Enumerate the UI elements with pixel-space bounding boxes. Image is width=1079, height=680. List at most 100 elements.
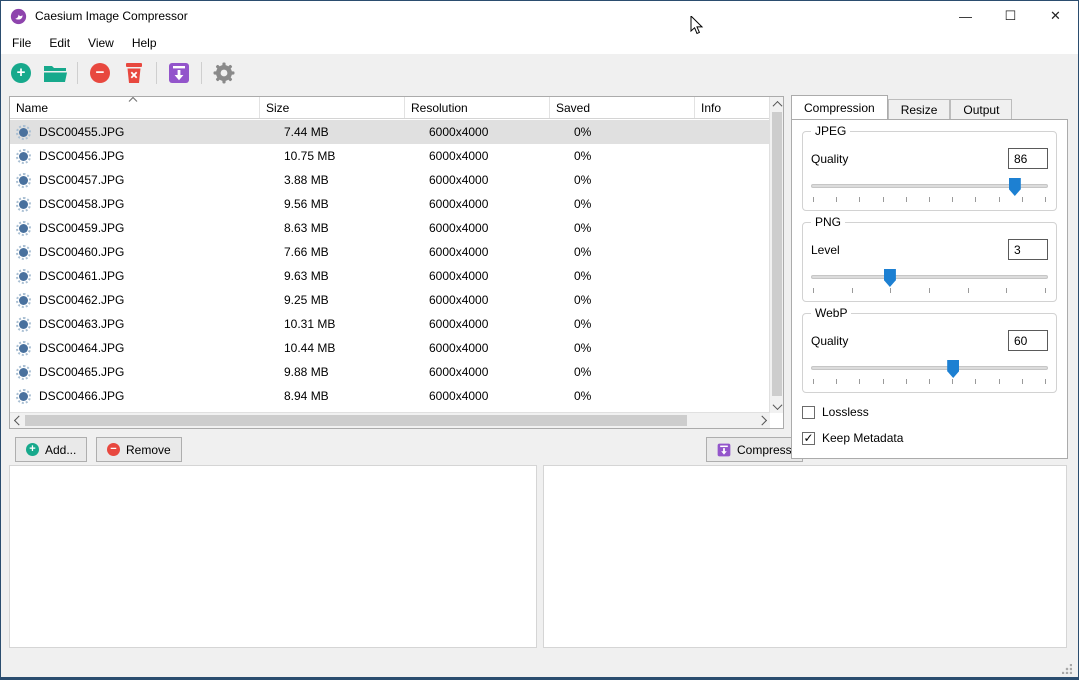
remove-button[interactable]: − Remove <box>96 437 182 462</box>
slider-handle[interactable] <box>884 269 896 287</box>
file-status-icon <box>16 293 31 308</box>
vertical-scrollbar[interactable] <box>769 97 783 413</box>
table-row[interactable]: DSC00460.JPG7.66 MB6000x40000% <box>10 240 770 264</box>
file-status-icon <box>16 221 31 236</box>
original-preview-panel <box>9 465 537 648</box>
file-status-icon <box>16 125 31 140</box>
table-row[interactable]: DSC00455.JPG7.44 MB6000x40000% <box>10 120 770 144</box>
resize-grip[interactable] <box>1062 664 1072 674</box>
lossless-label: Lossless <box>822 405 869 419</box>
toolbar: + − <box>1 54 1078 91</box>
table-row[interactable]: DSC00461.JPG9.63 MB6000x40000% <box>10 264 770 288</box>
webp-group: WebP Quality 60 <box>802 313 1057 393</box>
column-header-resolution[interactable]: Resolution <box>405 97 550 118</box>
table-row[interactable]: DSC00464.JPG10.44 MB6000x40000% <box>10 336 770 360</box>
tab-compression[interactable]: Compression <box>791 95 888 119</box>
file-table: Name Size Resolution Saved Info DSC00455… <box>9 96 784 429</box>
remove-file-icon: − <box>90 63 110 83</box>
maximize-button[interactable]: ☐ <box>988 1 1033 31</box>
lossless-option[interactable]: Lossless <box>802 405 1057 419</box>
table-row[interactable]: DSC00466.JPG8.94 MB6000x40000% <box>10 384 770 408</box>
column-header-name[interactable]: Name <box>10 97 260 118</box>
vertical-scroll-thumb[interactable] <box>772 112 782 396</box>
png-group-title: PNG <box>811 215 845 229</box>
clear-list-button[interactable] <box>120 59 148 87</box>
file-status-icon <box>16 317 31 332</box>
remove-file-button[interactable]: − <box>86 59 114 87</box>
webp-quality-slider[interactable] <box>811 365 1048 371</box>
compress-icon <box>168 62 190 84</box>
table-row[interactable]: DSC00457.JPG3.88 MB6000x40000% <box>10 168 770 192</box>
table-row[interactable]: DSC00458.JPG9.56 MB6000x40000% <box>10 192 770 216</box>
compression-pane: JPEG Quality 86 PNG Level 3 <box>791 119 1068 459</box>
compress-toolbar-button[interactable] <box>165 59 193 87</box>
app-logo-icon <box>10 8 27 25</box>
webp-group-title: WebP <box>811 306 851 320</box>
png-group: PNG Level 3 <box>802 222 1057 302</box>
table-header: Name Size Resolution Saved Info <box>10 97 770 119</box>
toolbar-separator <box>201 62 202 84</box>
file-status-icon <box>16 341 31 356</box>
open-folder-button[interactable] <box>41 59 69 87</box>
menu-view[interactable]: View <box>79 33 123 53</box>
column-header-saved[interactable]: Saved <box>550 97 695 118</box>
file-status-icon <box>16 269 31 284</box>
file-status-icon <box>16 197 31 212</box>
column-header-info[interactable]: Info <box>695 97 770 118</box>
tab-resize[interactable]: Resize <box>888 99 951 119</box>
settings-button[interactable] <box>210 59 238 87</box>
mouse-cursor <box>690 16 704 36</box>
table-row[interactable]: DSC00463.JPG10.31 MB6000x40000% <box>10 312 770 336</box>
menu-bar: File Edit View Help <box>1 31 1078 54</box>
scroll-left-arrow-icon[interactable] <box>10 413 24 427</box>
jpeg-quality-label: Quality <box>811 152 848 166</box>
app-window: Caesium Image Compressor — ☐ ✕ File Edit… <box>0 0 1079 680</box>
jpeg-quality-spinbox[interactable]: 86 <box>1008 148 1048 169</box>
file-status-icon <box>16 365 31 380</box>
add-button[interactable]: + Add... <box>15 437 87 462</box>
horizontal-scrollbar[interactable] <box>10 412 770 428</box>
file-status-icon <box>16 245 31 260</box>
toolbar-separator <box>156 62 157 84</box>
jpeg-group-title: JPEG <box>811 124 850 138</box>
slider-handle[interactable] <box>947 360 959 378</box>
webp-quality-label: Quality <box>811 334 848 348</box>
table-row[interactable]: DSC00462.JPG9.25 MB6000x40000% <box>10 288 770 312</box>
menu-file[interactable]: File <box>3 33 40 53</box>
png-level-slider[interactable] <box>811 274 1048 280</box>
minimize-button[interactable]: — <box>943 1 988 31</box>
sort-ascending-icon <box>128 97 138 102</box>
remove-icon: − <box>107 443 120 456</box>
clear-list-icon <box>123 62 145 84</box>
add-files-icon: + <box>11 63 31 83</box>
toolbar-separator <box>77 62 78 84</box>
compress-icon <box>717 443 731 457</box>
jpeg-group: JPEG Quality 86 <box>802 131 1057 211</box>
file-status-icon <box>16 149 31 164</box>
webp-quality-spinbox[interactable]: 60 <box>1008 330 1048 351</box>
keep-metadata-checkbox[interactable] <box>802 432 815 445</box>
menu-help[interactable]: Help <box>123 33 166 53</box>
table-row[interactable]: DSC00456.JPG10.75 MB6000x40000% <box>10 144 770 168</box>
column-header-size[interactable]: Size <box>260 97 405 118</box>
keep-metadata-option[interactable]: Keep Metadata <box>802 431 1057 445</box>
jpeg-quality-slider[interactable] <box>811 183 1048 189</box>
compress-button[interactable]: Compress <box>706 437 803 462</box>
scroll-down-arrow-icon[interactable] <box>770 399 784 413</box>
tab-output[interactable]: Output <box>950 99 1012 119</box>
scroll-up-arrow-icon[interactable] <box>770 97 784 111</box>
add-icon: + <box>26 443 39 456</box>
settings-tabbar: Compression Resize Output <box>791 96 1012 119</box>
slider-handle[interactable] <box>1009 178 1021 196</box>
scroll-right-arrow-icon[interactable] <box>756 413 770 427</box>
horizontal-scroll-thumb[interactable] <box>25 415 687 426</box>
table-row[interactable]: DSC00459.JPG8.63 MB6000x40000% <box>10 216 770 240</box>
add-files-button[interactable]: + <box>7 59 35 87</box>
file-status-icon <box>16 389 31 404</box>
keep-metadata-label: Keep Metadata <box>822 431 903 445</box>
png-level-spinbox[interactable]: 3 <box>1008 239 1048 260</box>
close-button[interactable]: ✕ <box>1033 1 1078 31</box>
lossless-checkbox[interactable] <box>802 406 815 419</box>
menu-edit[interactable]: Edit <box>40 33 79 53</box>
table-row[interactable]: DSC00465.JPG9.88 MB6000x40000% <box>10 360 770 384</box>
